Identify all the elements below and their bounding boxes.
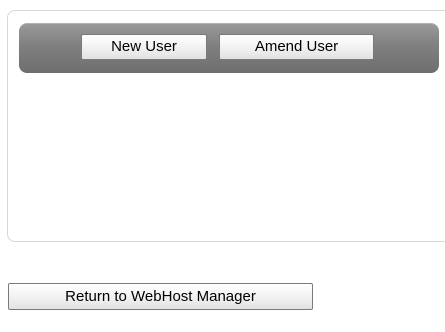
new-user-button[interactable]: New User — [81, 34, 207, 60]
user-toolbar: New User Amend User — [19, 23, 439, 73]
return-to-webhost-manager-button[interactable]: Return to WebHost Manager — [8, 283, 313, 310]
amend-user-button[interactable]: Amend User — [219, 34, 374, 60]
